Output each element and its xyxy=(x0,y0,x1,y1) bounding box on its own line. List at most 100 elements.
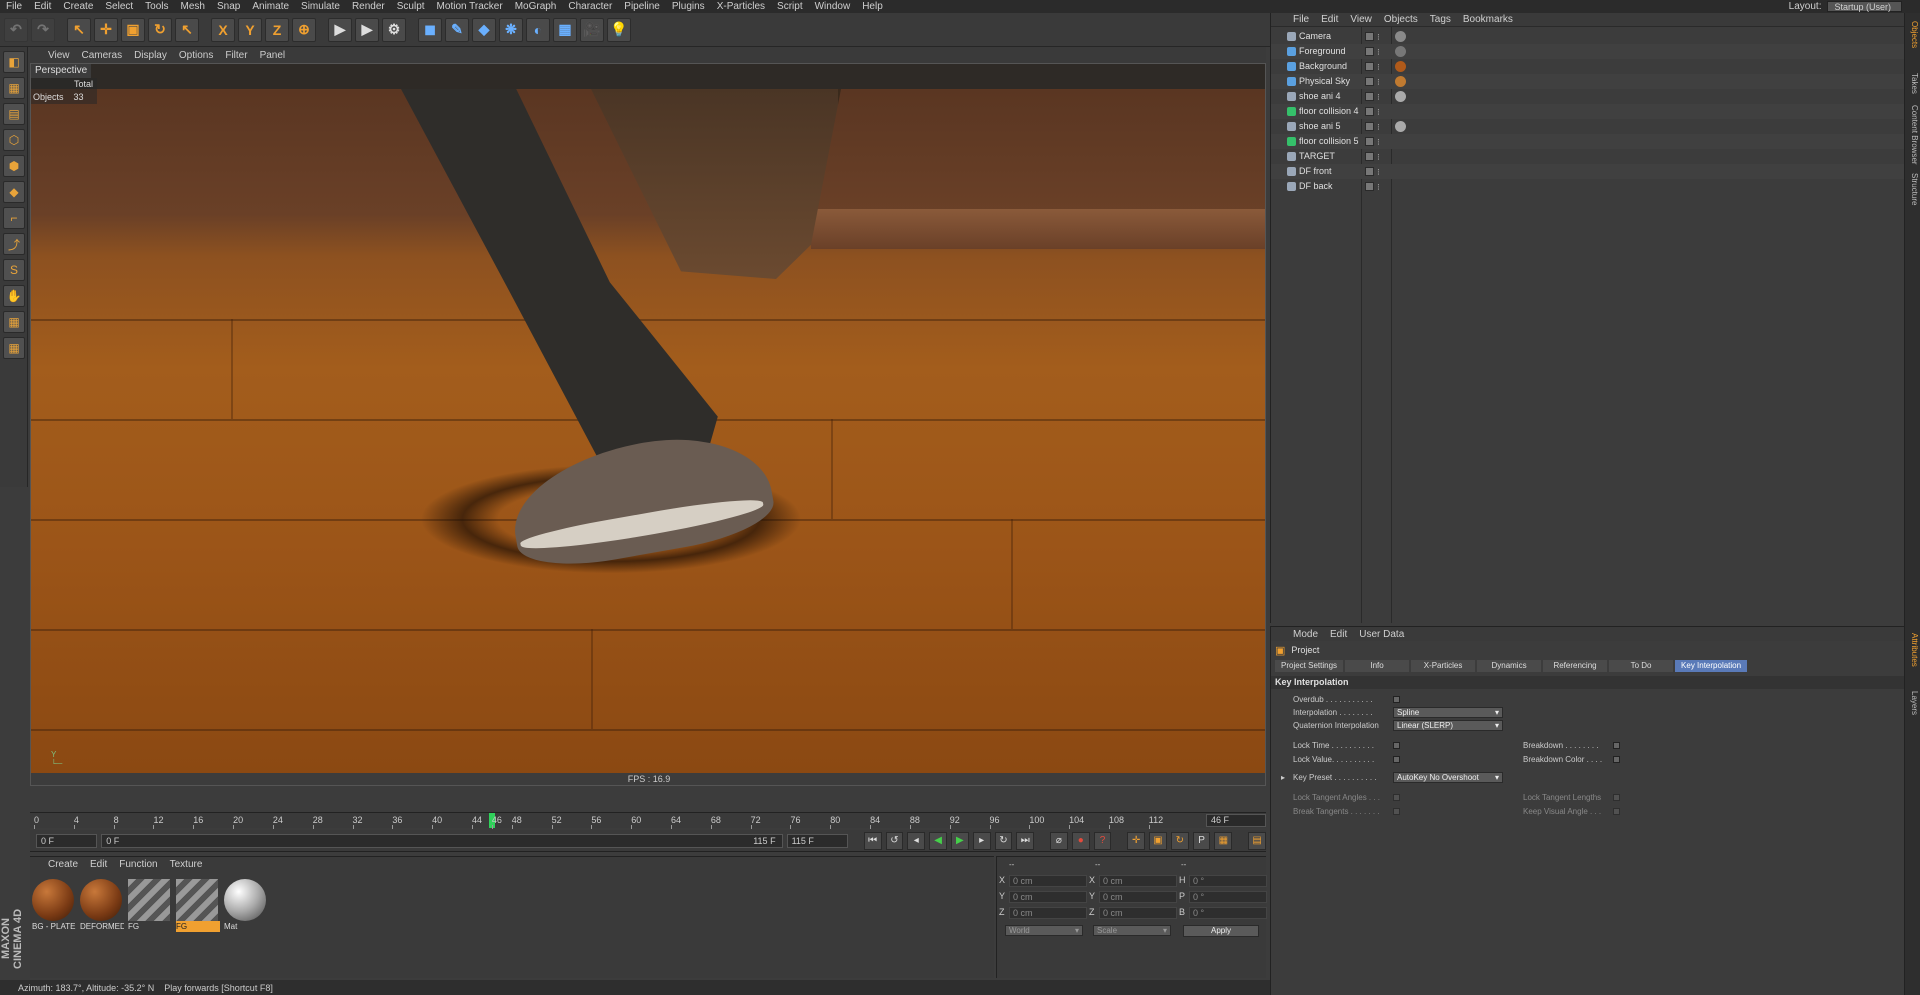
material-swatch[interactable]: BG - PLATE xyxy=(32,879,76,935)
coordinate-system-icon[interactable]: ⊕ xyxy=(292,17,316,42)
menu-item-mograph[interactable]: MoGraph xyxy=(515,1,557,12)
breakdown-color-checkbox[interactable] xyxy=(1613,756,1620,763)
attribute-menu-user-data[interactable]: User Data xyxy=(1359,629,1404,640)
floor-icon[interactable]: ▦ xyxy=(553,17,577,42)
key-preset-dropdown[interactable]: AutoKey No Overshoot xyxy=(1393,772,1503,783)
autokey-icon[interactable]: ? xyxy=(1093,831,1112,850)
workplane-icon[interactable]: ▤ xyxy=(3,103,25,125)
render-visibility-icon[interactable]: ⁝ xyxy=(1377,150,1380,165)
viewport-menu-panel[interactable]: Panel xyxy=(260,50,286,61)
viewport-menu-options[interactable]: Options xyxy=(179,50,213,61)
timeline-icon[interactable]: ▤ xyxy=(1248,831,1266,850)
object-row[interactable]: floor collision 4 ⁝ xyxy=(1271,104,1905,119)
menu-item-file[interactable]: File xyxy=(6,1,22,12)
right-tab-structure[interactable]: Structure xyxy=(1907,173,1919,205)
material-menu-function[interactable]: Function xyxy=(119,859,157,870)
y-axis-icon[interactable]: Y xyxy=(238,17,262,42)
coord-value-field[interactable]: 0 cm xyxy=(1009,907,1087,919)
record-icon[interactable]: ● xyxy=(1071,831,1090,850)
tab-to-do[interactable]: To Do xyxy=(1609,660,1674,672)
object-tag-icon[interactable] xyxy=(1395,31,1406,42)
rotate-icon[interactable]: ↻ xyxy=(148,17,172,42)
live-select-icon[interactable]: ↖ xyxy=(67,17,91,42)
object-menu-objects[interactable]: Objects xyxy=(1384,14,1418,25)
menu-item-simulate[interactable]: Simulate xyxy=(301,1,340,12)
apply-button[interactable]: Apply xyxy=(1183,925,1259,937)
object-tag-icon[interactable] xyxy=(1395,121,1406,132)
editor-visibility-icon[interactable] xyxy=(1365,92,1374,101)
undo-icon[interactable]: ↶ xyxy=(4,17,28,42)
coord-value-field[interactable]: 0 cm xyxy=(1099,891,1177,903)
last-tool-icon[interactable]: ↖ xyxy=(175,17,199,42)
menu-item-mesh[interactable]: Mesh xyxy=(181,1,205,12)
lock-workplane-icon[interactable]: ▦ xyxy=(3,311,25,333)
coord-mode-dropdown[interactable]: Scale xyxy=(1093,925,1171,936)
coord-value-field[interactable]: 0 ° xyxy=(1189,875,1267,887)
subdivision-icon[interactable]: ◆ xyxy=(472,17,496,42)
menu-item-plugins[interactable]: Plugins xyxy=(672,1,705,12)
record-scale-icon[interactable]: ▣ xyxy=(1149,831,1167,850)
render-visibility-icon[interactable]: ⁝ xyxy=(1377,75,1380,90)
render-view-icon[interactable]: ▶ xyxy=(328,17,352,42)
frame-range-slider[interactable]: 0 F 115 F xyxy=(101,833,783,848)
points-mode-icon[interactable]: ⬡ xyxy=(3,129,25,151)
object-menu-edit[interactable]: Edit xyxy=(1321,14,1338,25)
object-row[interactable]: shoe ani 5 ⁝ xyxy=(1271,119,1905,134)
coord-value-field[interactable]: 0 ° xyxy=(1189,907,1267,919)
timeline-ruler[interactable]: 46 F 0 4 8 12 16 20 24 28 32 36 40 44 46 48 52 56 60 64 68… xyxy=(30,812,1266,829)
polygons-mode-icon[interactable]: ◆ xyxy=(3,181,25,203)
coord-space-dropdown[interactable]: World xyxy=(1005,925,1083,936)
light-icon[interactable]: 💡 xyxy=(607,17,631,42)
material-menu-texture[interactable]: Texture xyxy=(170,859,203,870)
end-frame-field[interactable]: 115 F xyxy=(786,833,848,848)
object-row[interactable]: Background ⁝ xyxy=(1271,59,1905,74)
scale-icon[interactable]: ▣ xyxy=(121,17,145,42)
editor-visibility-icon[interactable] xyxy=(1365,107,1374,116)
editor-visibility-icon[interactable] xyxy=(1365,122,1374,131)
prev-frame-icon[interactable]: ◂ xyxy=(907,831,926,850)
play-forward-icon[interactable]: ▶ xyxy=(950,831,969,850)
menu-item-sculpt[interactable]: Sculpt xyxy=(397,1,425,12)
menu-item-help[interactable]: Help xyxy=(862,1,883,12)
menu-item-create[interactable]: Create xyxy=(63,1,93,12)
overdub-checkbox[interactable] xyxy=(1393,696,1400,703)
menu-item-select[interactable]: Select xyxy=(105,1,133,12)
menu-item-pipeline[interactable]: Pipeline xyxy=(624,1,660,12)
cloner-icon[interactable]: ❋ xyxy=(499,17,523,42)
material-swatch[interactable]: Mat xyxy=(224,879,268,935)
planar-workplane-icon[interactable]: ▦ xyxy=(3,337,25,359)
object-row[interactable]: Foreground ⁝ xyxy=(1271,44,1905,59)
object-row[interactable]: Camera ⁝ xyxy=(1271,29,1905,44)
menu-item-character[interactable]: Character xyxy=(568,1,612,12)
record-position-icon[interactable]: ✛ xyxy=(1127,831,1146,850)
x-axis-icon[interactable]: X xyxy=(211,17,235,42)
attribute-menu-edit[interactable]: Edit xyxy=(1330,629,1347,640)
coord-value-field[interactable]: 0 ° xyxy=(1189,891,1267,903)
object-tag-icon[interactable] xyxy=(1395,46,1406,57)
pen-icon[interactable]: ✎ xyxy=(445,17,469,42)
right-tab-attributes[interactable]: Attributes xyxy=(1907,633,1919,667)
menu-item-edit[interactable]: Edit xyxy=(34,1,51,12)
editor-visibility-icon[interactable] xyxy=(1365,182,1374,191)
render-visibility-icon[interactable]: ⁝ xyxy=(1377,30,1380,45)
coord-value-field[interactable]: 0 cm xyxy=(1009,891,1087,903)
quaternion-dropdown[interactable]: Linear (SLERP) xyxy=(1393,720,1503,731)
object-menu-bookmarks[interactable]: Bookmarks xyxy=(1463,14,1513,25)
object-tag-icon[interactable] xyxy=(1395,91,1406,102)
tweak-icon[interactable]: ⤴ xyxy=(3,233,25,255)
axis-mode-icon[interactable]: ⌐ xyxy=(3,207,25,229)
object-row[interactable]: Physical Sky ⁝ xyxy=(1271,74,1905,89)
editor-visibility-icon[interactable] xyxy=(1365,32,1374,41)
menu-item-animate[interactable]: Animate xyxy=(252,1,289,12)
render-visibility-icon[interactable]: ⁝ xyxy=(1377,120,1380,135)
break-tangents-checkbox[interactable] xyxy=(1393,808,1400,815)
next-frame-icon[interactable]: ▸ xyxy=(972,831,991,850)
right-tab-objects[interactable]: Objects xyxy=(1907,21,1919,48)
record-parameter-icon[interactable]: P xyxy=(1192,831,1211,850)
render-visibility-icon[interactable]: ⁝ xyxy=(1377,165,1380,180)
editor-visibility-icon[interactable] xyxy=(1365,62,1374,71)
record-pla-icon[interactable]: ▦ xyxy=(1214,831,1233,850)
lock-value-checkbox[interactable] xyxy=(1393,756,1400,763)
texture-mode-icon[interactable]: ▦ xyxy=(3,77,25,99)
coord-value-field[interactable]: 0 cm xyxy=(1099,875,1177,887)
